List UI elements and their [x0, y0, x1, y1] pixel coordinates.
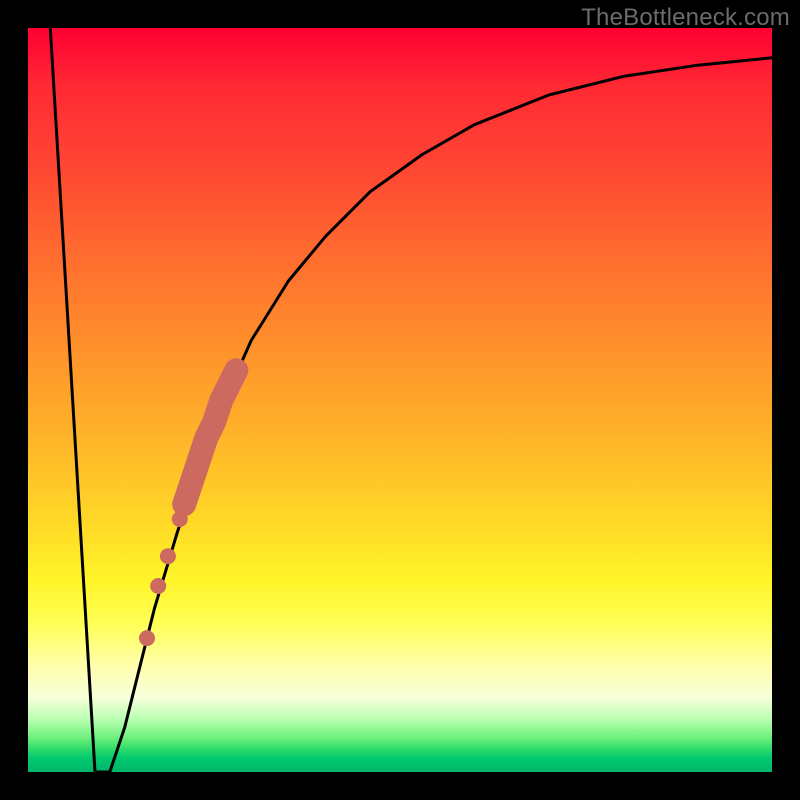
marker-dot — [160, 548, 176, 564]
curve-layer — [50, 28, 772, 772]
chart-frame: TheBottleneck.com — [0, 0, 800, 800]
marker-dot — [139, 630, 155, 646]
plot-area — [28, 28, 772, 772]
watermark-text: TheBottleneck.com — [581, 4, 790, 32]
chart-svg — [28, 28, 772, 772]
marker-band — [184, 370, 236, 504]
marker-layer — [139, 370, 236, 646]
marker-dot — [150, 578, 166, 594]
marker-dot — [172, 511, 188, 527]
bottleneck-curve — [50, 28, 772, 772]
